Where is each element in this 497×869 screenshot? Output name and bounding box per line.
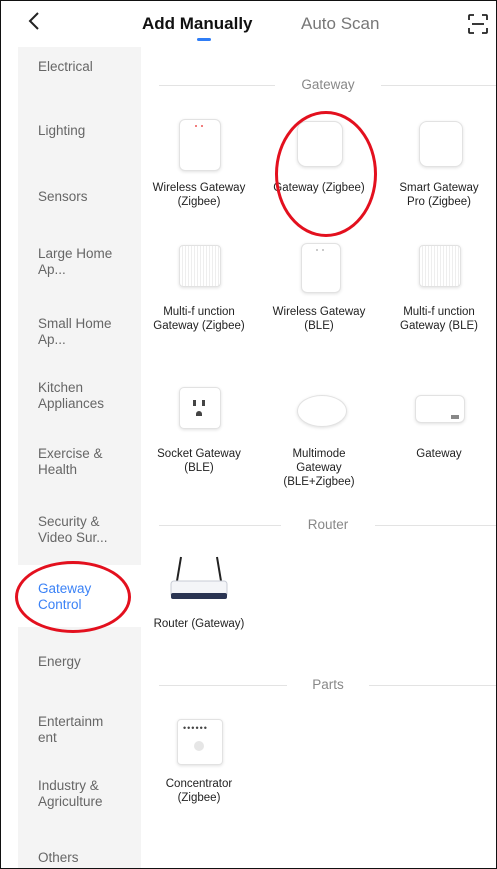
scan-frame-icon[interactable] [467,13,489,35]
sidebar-item-energy[interactable]: Energy [18,654,141,670]
device-image [389,117,489,175]
sidebar-item-entertainment[interactable]: Entertainm ent [18,714,141,746]
device-wireless-gateway-zigbee[interactable]: Wireless Gateway (Zigbee) [149,117,249,209]
section-header-parts: Parts [159,675,496,695]
sidebar-item-security-video[interactable]: Security & Video Sur... [18,514,141,546]
sidebar-item-others[interactable]: Others [18,850,141,866]
device-socket-gateway-ble[interactable]: Socket Gateway (BLE) [149,383,249,475]
device-multimode-gateway[interactable]: Multimode Gateway (BLE+Zigbee) [269,383,369,489]
tab-add-manually[interactable]: Add Manually [142,14,253,34]
device-wireless-gateway-ble[interactable]: Wireless Gateway (BLE) [269,241,369,333]
device-image [149,383,249,441]
device-gateway[interactable]: Gateway [389,383,489,461]
app-screen: Add Manually Auto Scan Electrical Lighti… [0,0,497,869]
sidebar-item-small-home-appliances[interactable]: Small Home Ap... [18,316,141,348]
device-image: •••••• [149,713,249,771]
sidebar-item-electrical[interactable]: Electrical [18,59,141,75]
device-multifunction-gateway-zigbee[interactable]: Multi-f unction Gateway (Zigbee) [149,241,249,333]
sidebar-item-industry-agriculture[interactable]: Industry & Agriculture [18,778,141,810]
device-image [149,553,249,611]
device-gateway-zigbee[interactable]: Gateway (Zigbee) [269,117,369,195]
sidebar-item-large-home-appliances[interactable]: Large Home Ap... [18,246,141,278]
top-bar: Add Manually Auto Scan [1,1,496,47]
device-image [149,117,249,175]
active-tab-indicator [197,38,211,41]
device-image [269,117,369,175]
device-smart-gateway-pro-zigbee[interactable]: Smart Gateway Pro (Zigbee) [389,117,489,209]
tab-auto-scan[interactable]: Auto Scan [301,14,379,34]
section-header-router: Router [159,515,496,535]
section-header-gateway: Gateway [159,75,496,95]
device-image [269,241,369,299]
sidebar-item-gateway-control[interactable]: Gateway Control [18,565,141,627]
device-list: Gateway Wireless Gateway (Zigbee) Gatewa… [141,47,496,868]
sidebar-item-kitchen-appliances[interactable]: Kitchen Appliances [18,380,141,412]
category-sidebar: Electrical Lighting Sensors Large Home A… [18,47,141,868]
sidebar-item-exercise-health[interactable]: Exercise & Health [18,446,141,478]
chevron-left-icon[interactable] [23,9,47,33]
device-multifunction-gateway-ble[interactable]: Multi-f unction Gateway (BLE) [389,241,489,333]
device-router-gateway[interactable]: Router (Gateway) [149,553,249,631]
device-image [269,383,369,441]
device-image [389,383,489,441]
device-image [389,241,489,299]
sidebar-item-sensors[interactable]: Sensors [18,189,141,205]
device-concentrator-zigbee[interactable]: •••••• Concentrator (Zigbee) [149,713,249,805]
sidebar-item-lighting[interactable]: Lighting [18,123,141,139]
device-image [149,241,249,299]
